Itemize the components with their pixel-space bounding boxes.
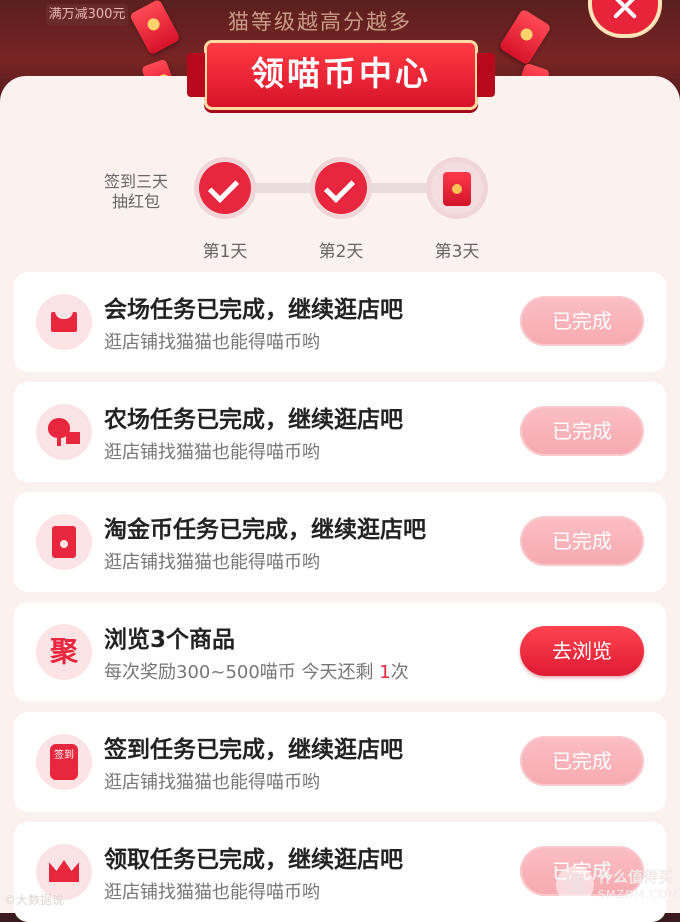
- task-subtitle: 逛店铺找猫猫也能得喵币哟: [104, 882, 320, 903]
- coin-center-panel: 领喵币中心 签到三天 抽红包 第1天 第2天 第3天 会场任务已完成，继续逛店吧…: [0, 40, 680, 922]
- ju-icon: 聚: [36, 624, 92, 680]
- task-card-venue: 会场任务已完成，继续逛店吧 逛店铺找猫猫也能得喵币哟 已完成: [14, 272, 666, 372]
- signin-label: 签到三天 抽红包: [96, 172, 176, 212]
- task-title: 淘金币任务已完成，继续逛店吧: [104, 517, 426, 543]
- task-title: 农场任务已完成，继续逛店吧: [104, 407, 403, 433]
- floating-red-envelope-icon: [129, 0, 181, 56]
- task-done-button[interactable]: 已完成: [520, 516, 644, 566]
- browse-button[interactable]: 去浏览: [520, 626, 644, 676]
- signin-label-text: 签到三天 抽红包: [103, 172, 168, 211]
- signin-day-1-check: [194, 157, 256, 219]
- task-done-button[interactable]: 已完成: [520, 406, 644, 456]
- floating-red-envelope-icon: [498, 8, 552, 66]
- task-subtitle: 逛店铺找猫猫也能得喵币哟: [104, 772, 320, 793]
- watermark-cn: 什么值得买: [598, 868, 674, 886]
- red-envelope-icon: [443, 172, 471, 206]
- smzdm-logo-icon: 值: [556, 866, 594, 904]
- task-subtitle: 逛店铺找猫猫也能得喵币哟: [104, 442, 320, 463]
- watermark-left: ©大数据说: [4, 893, 65, 907]
- task-subtitle: 逛店铺找猫猫也能得喵币哟: [104, 552, 320, 573]
- day-label: 第3天: [434, 242, 480, 262]
- signin-day-2-check: [310, 157, 372, 219]
- task-title: 浏览3个商品: [104, 627, 236, 653]
- check-icon: [207, 171, 240, 204]
- backdrop-banner-text: 猫等级越高分越多: [228, 10, 412, 34]
- close-icon: [610, 0, 640, 22]
- task-title: 会场任务已完成，继续逛店吧: [104, 297, 403, 323]
- task-card-signin: 签到 签到任务已完成，继续逛店吧 逛店铺找猫猫也能得喵币哟 已完成: [14, 712, 666, 812]
- page-title: 领喵币中心: [187, 40, 495, 110]
- watermark-en: SMZDM.COM: [598, 888, 679, 901]
- task-card-farm: 农场任务已完成，继续逛店吧 逛店铺找猫猫也能得喵币哟 已完成: [14, 382, 666, 482]
- task-subtitle: 逛店铺找猫猫也能得喵币哟: [104, 332, 320, 353]
- remaining-count: 1: [379, 662, 391, 683]
- farm-icon: [36, 404, 92, 460]
- task-card-taojinbi: 淘金币任务已完成，继续逛店吧 逛店铺找猫猫也能得喵币哟 已完成: [14, 492, 666, 592]
- task-done-button[interactable]: 已完成: [520, 736, 644, 786]
- shop-icon: [36, 294, 92, 350]
- watermark-smzdm: 值 什么值得买 SMZDM.COM: [556, 864, 679, 910]
- task-done-button[interactable]: 已完成: [520, 296, 644, 346]
- task-title: 签到任务已完成，继续逛店吧: [104, 737, 403, 763]
- signin-day-3-gift[interactable]: [426, 157, 488, 219]
- task-card-browse: 聚 浏览3个商品 每次奖励300~500喵币 今天还剩 1次 去浏览: [14, 602, 666, 702]
- task-title: 领取任务已完成，继续逛店吧: [104, 847, 403, 873]
- promo-tag: 满万减300元: [46, 4, 128, 26]
- red-envelope-icon: [36, 514, 92, 570]
- task-subtitle: 每次奖励300~500喵币 今天还剩 1次: [104, 662, 409, 683]
- day-label: 第2天: [318, 242, 364, 262]
- sign-in-icon: 签到: [36, 734, 92, 790]
- close-button[interactable]: [588, 0, 662, 38]
- check-icon: [323, 171, 356, 204]
- day-label: 第1天: [202, 242, 248, 262]
